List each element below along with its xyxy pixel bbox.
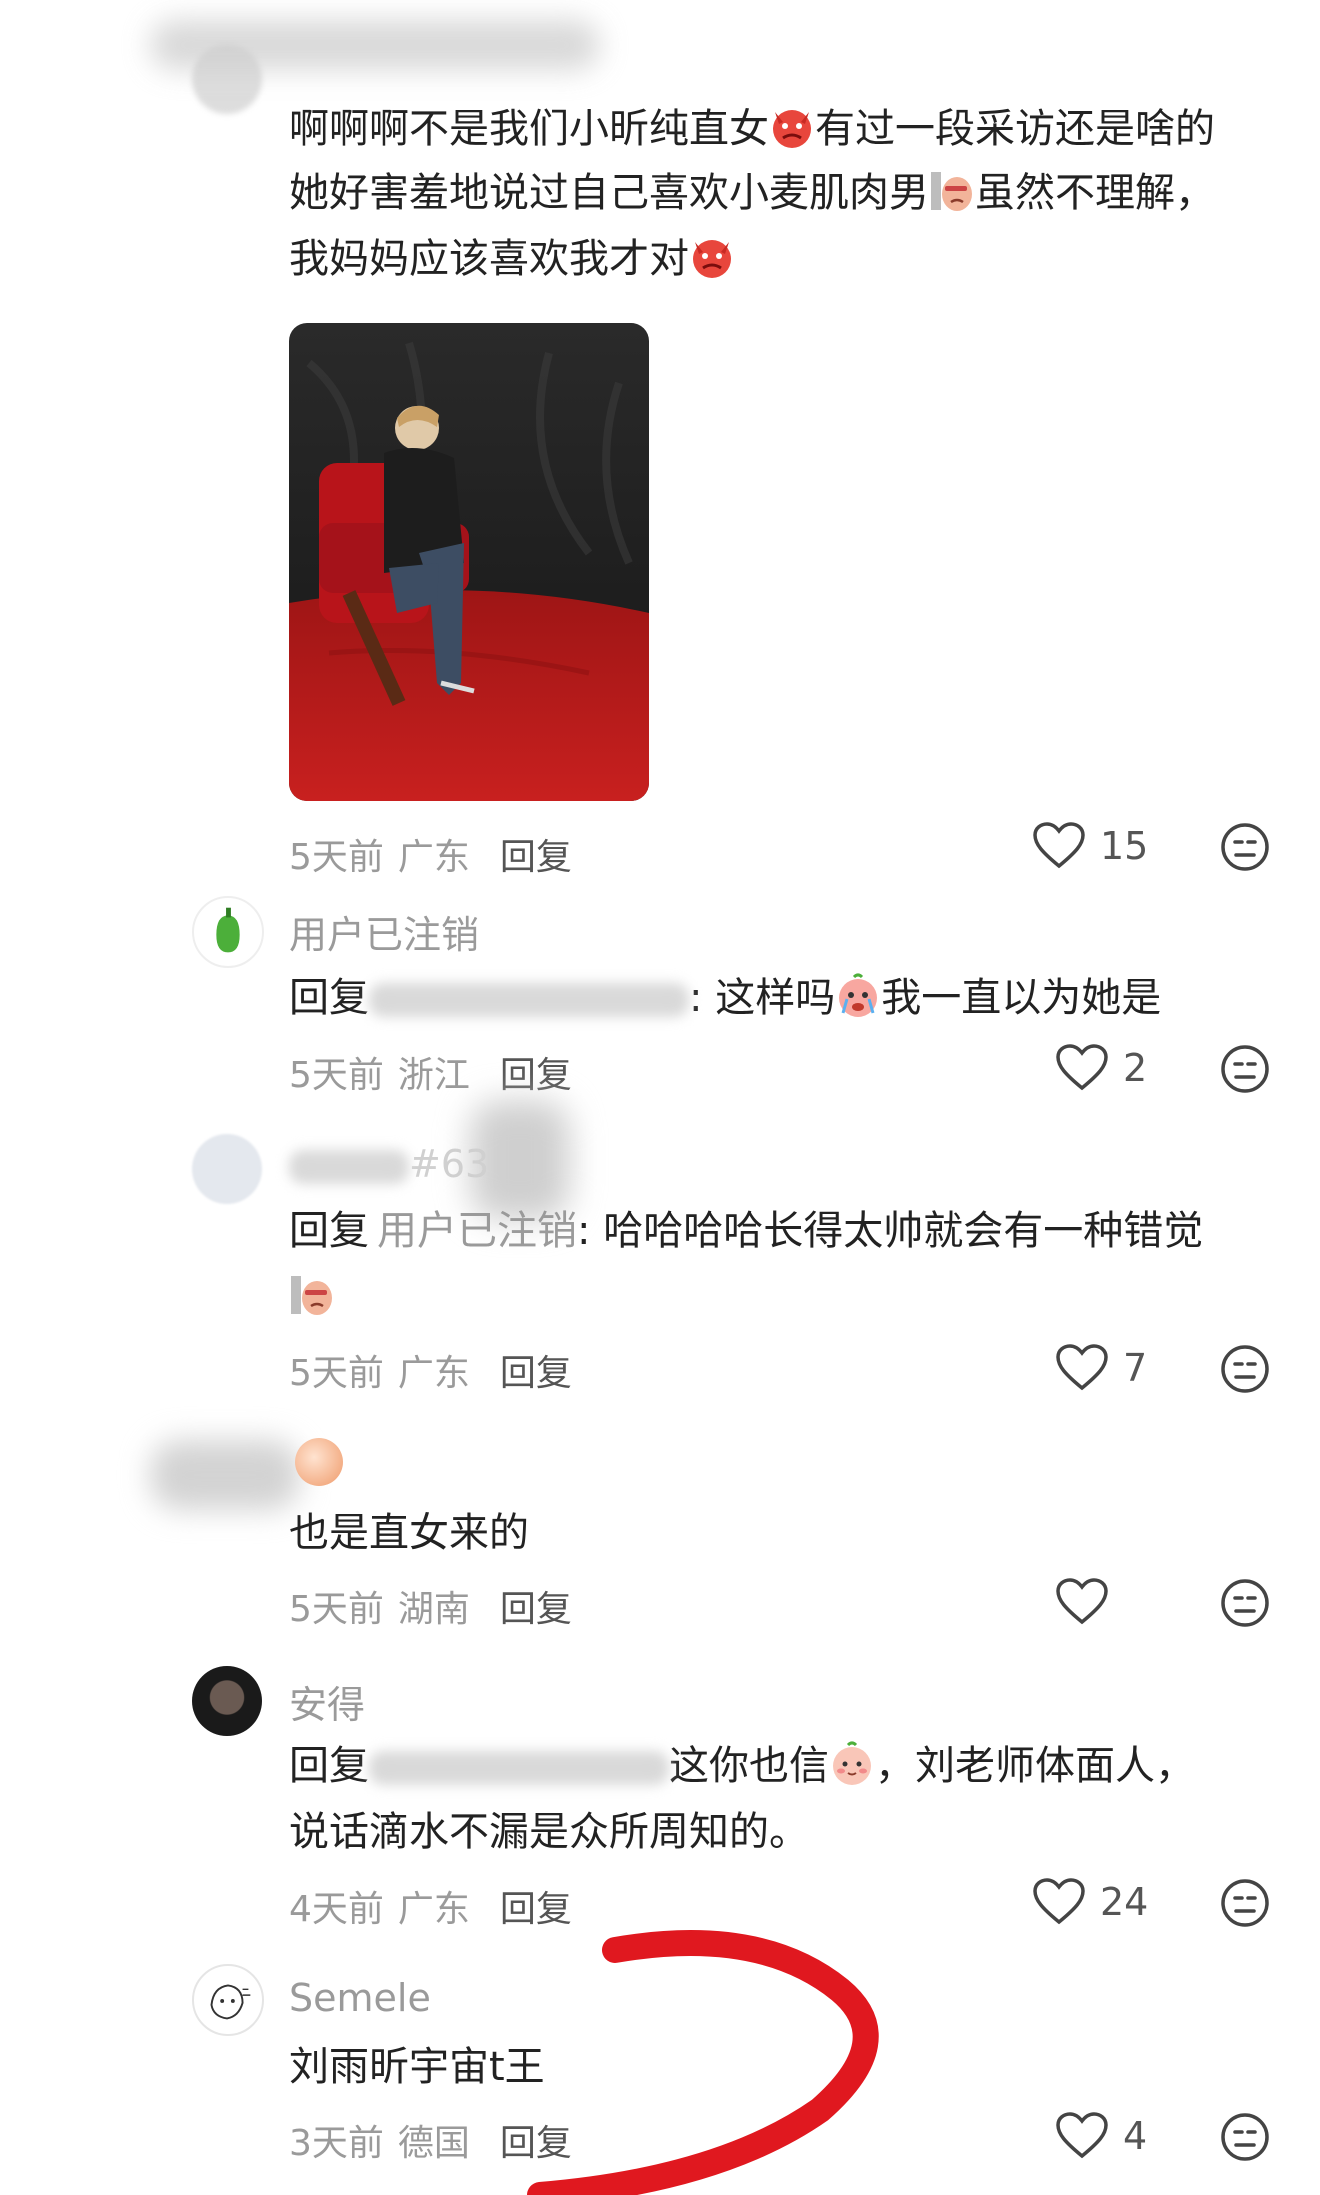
reply-button[interactable]: 回复: [500, 2123, 572, 2164]
location: 浙江: [397, 1055, 470, 1096]
heart-outline-icon: [1033, 822, 1085, 869]
heart-outline-icon: [1056, 1578, 1108, 1625]
reply-button[interactable]: 回复: [500, 837, 572, 878]
blurred-username: [289, 1149, 409, 1184]
like-count: 4: [1123, 2114, 1148, 2158]
blush-icon: [829, 1741, 875, 1787]
timestamp: 5天前: [289, 1353, 384, 1394]
comment-text: 也是直女来的: [289, 1510, 529, 1556]
blurred-reply-target: [369, 1751, 669, 1785]
timestamp: 5天前: [289, 1055, 384, 1096]
comment-meta: 5天前 广东 回复: [289, 828, 572, 880]
like-button[interactable]: [1055, 1578, 1109, 1626]
like-button[interactable]: 24: [1032, 1878, 1148, 1926]
peeking-icon: [929, 168, 975, 214]
username[interactable]: 安得: [289, 1674, 365, 1729]
comment-line: 有过一段采访还是啥的: [815, 106, 1215, 152]
dislike-face-icon: [1221, 2113, 1269, 2161]
location: 湖南: [397, 1589, 470, 1630]
timestamp: 3天前: [289, 2123, 384, 2164]
dislike-button[interactable]: [1220, 2112, 1270, 2162]
blurred-reply-target: [369, 983, 689, 1017]
username[interactable]: Semele: [289, 1976, 431, 2020]
dislike-face-icon: [1221, 1879, 1269, 1927]
like-button[interactable]: 7: [1055, 1344, 1147, 1392]
comment-line: 虽然不理解，: [975, 170, 1215, 216]
angry-devil-icon: [689, 234, 735, 280]
reply-button[interactable]: 回复: [500, 1589, 572, 1630]
location: 德国: [397, 2123, 470, 2164]
angry-devil-icon: [769, 104, 815, 150]
comment-meta: 4天前 广东 回复: [289, 1880, 572, 1932]
comment-photo[interactable]: [289, 323, 649, 801]
comment-text: 回复 用户已注销: 哈哈哈哈长得太帅就会有一种错觉: [289, 1198, 1203, 1264]
comment-text: 刘雨昕宇宙t王: [289, 2044, 545, 2090]
comment-line: 她好害羞地说过自己喜欢小麦肌肉男: [289, 170, 929, 216]
dislike-face-icon: [1221, 1045, 1269, 1093]
heart-outline-icon: [1056, 1044, 1108, 1091]
comment-line: 啊啊啊不是我们小昕纯直女: [289, 106, 769, 152]
like-count: 15: [1100, 824, 1149, 868]
dislike-button[interactable]: [1220, 1578, 1270, 1628]
comment-meta: 5天前 湖南 回复: [289, 1580, 572, 1632]
reply-button[interactable]: 回复: [500, 1353, 572, 1394]
location: 广东: [397, 837, 470, 878]
crying-icon: [835, 973, 881, 1019]
comment-line: ，刘老师体面人，: [875, 1743, 1195, 1789]
timestamp: 4天前: [289, 1889, 384, 1930]
comment-text: [289, 1264, 335, 1330]
dislike-face-icon: [1221, 823, 1269, 871]
like-count: 7: [1123, 1346, 1148, 1390]
like-count: 24: [1100, 1880, 1149, 1924]
dislike-face-icon: [1221, 1345, 1269, 1393]
blurred-username: [150, 20, 600, 70]
like-button[interactable]: 2: [1055, 1044, 1147, 1092]
reply-prefix: 回复: [289, 1208, 369, 1254]
timestamp: 5天前: [289, 1589, 384, 1630]
username[interactable]: #63: [289, 1142, 489, 1186]
comment-text: 回复 这你也信 ，刘老师体面人，: [289, 1733, 1195, 1799]
comment-meta: 5天前 广东 回复: [289, 1344, 572, 1396]
reply-prefix: 回复: [289, 975, 369, 1021]
dislike-button[interactable]: [1220, 822, 1270, 872]
avatar[interactable]: [295, 1438, 343, 1486]
comment-line: 我妈妈应该喜欢我才对: [289, 236, 689, 282]
reply-prefix: 回复: [289, 1743, 369, 1789]
reply-button[interactable]: 回复: [500, 1889, 572, 1930]
avatar[interactable]: [192, 1134, 262, 1204]
red-annotation-stroke: [527, 1930, 879, 2195]
heart-outline-icon: [1056, 2112, 1108, 2159]
blurred-username: [150, 1440, 300, 1510]
dislike-button[interactable]: [1220, 1344, 1270, 1394]
avatar[interactable]: [192, 1666, 262, 1736]
location: 广东: [397, 1353, 470, 1394]
dislike-face-icon: [1221, 1579, 1269, 1627]
comment-line: 我一直以为她是: [881, 975, 1162, 1021]
comment-text: 啊啊啊不是我们小昕纯直女 有过一段采访还是啥的: [289, 96, 1215, 162]
comment-line: 这你也信: [669, 1743, 829, 1789]
comment-text: 回复 : 这样吗 我一直以为她是: [289, 965, 1161, 1031]
comment-line: : 这样吗: [689, 975, 836, 1021]
username[interactable]: 用户已注销: [289, 904, 479, 959]
comment-line: : 哈哈哈哈长得太帅就会有一种错觉: [577, 1208, 1204, 1254]
comment-meta: 5天前 浙江 回复: [289, 1046, 572, 1098]
comment-text: 我妈妈应该喜欢我才对: [289, 226, 735, 292]
reply-target[interactable]: 用户已注销: [377, 1208, 577, 1254]
location: 广东: [397, 1889, 470, 1930]
comment-text: 她好害羞地说过自己喜欢小麦肌肉男 虽然不理解，: [289, 160, 1215, 226]
reply-button[interactable]: 回复: [500, 1055, 572, 1096]
like-button[interactable]: 15: [1032, 822, 1148, 870]
heart-outline-icon: [1033, 1878, 1085, 1925]
heart-outline-icon: [1056, 1344, 1108, 1391]
peeking-icon: [289, 1272, 335, 1318]
avatar[interactable]: [192, 1964, 264, 2036]
like-button[interactable]: 4: [1055, 2112, 1147, 2160]
dislike-button[interactable]: [1220, 1044, 1270, 1094]
like-count: 2: [1123, 1046, 1148, 1090]
comment-meta: 3天前 德国 回复: [289, 2114, 572, 2166]
dislike-button[interactable]: [1220, 1878, 1270, 1928]
timestamp: 5天前: [289, 837, 384, 878]
comment-text: 说话滴水不漏是众所周知的。: [289, 1809, 809, 1855]
avatar[interactable]: [192, 896, 264, 968]
